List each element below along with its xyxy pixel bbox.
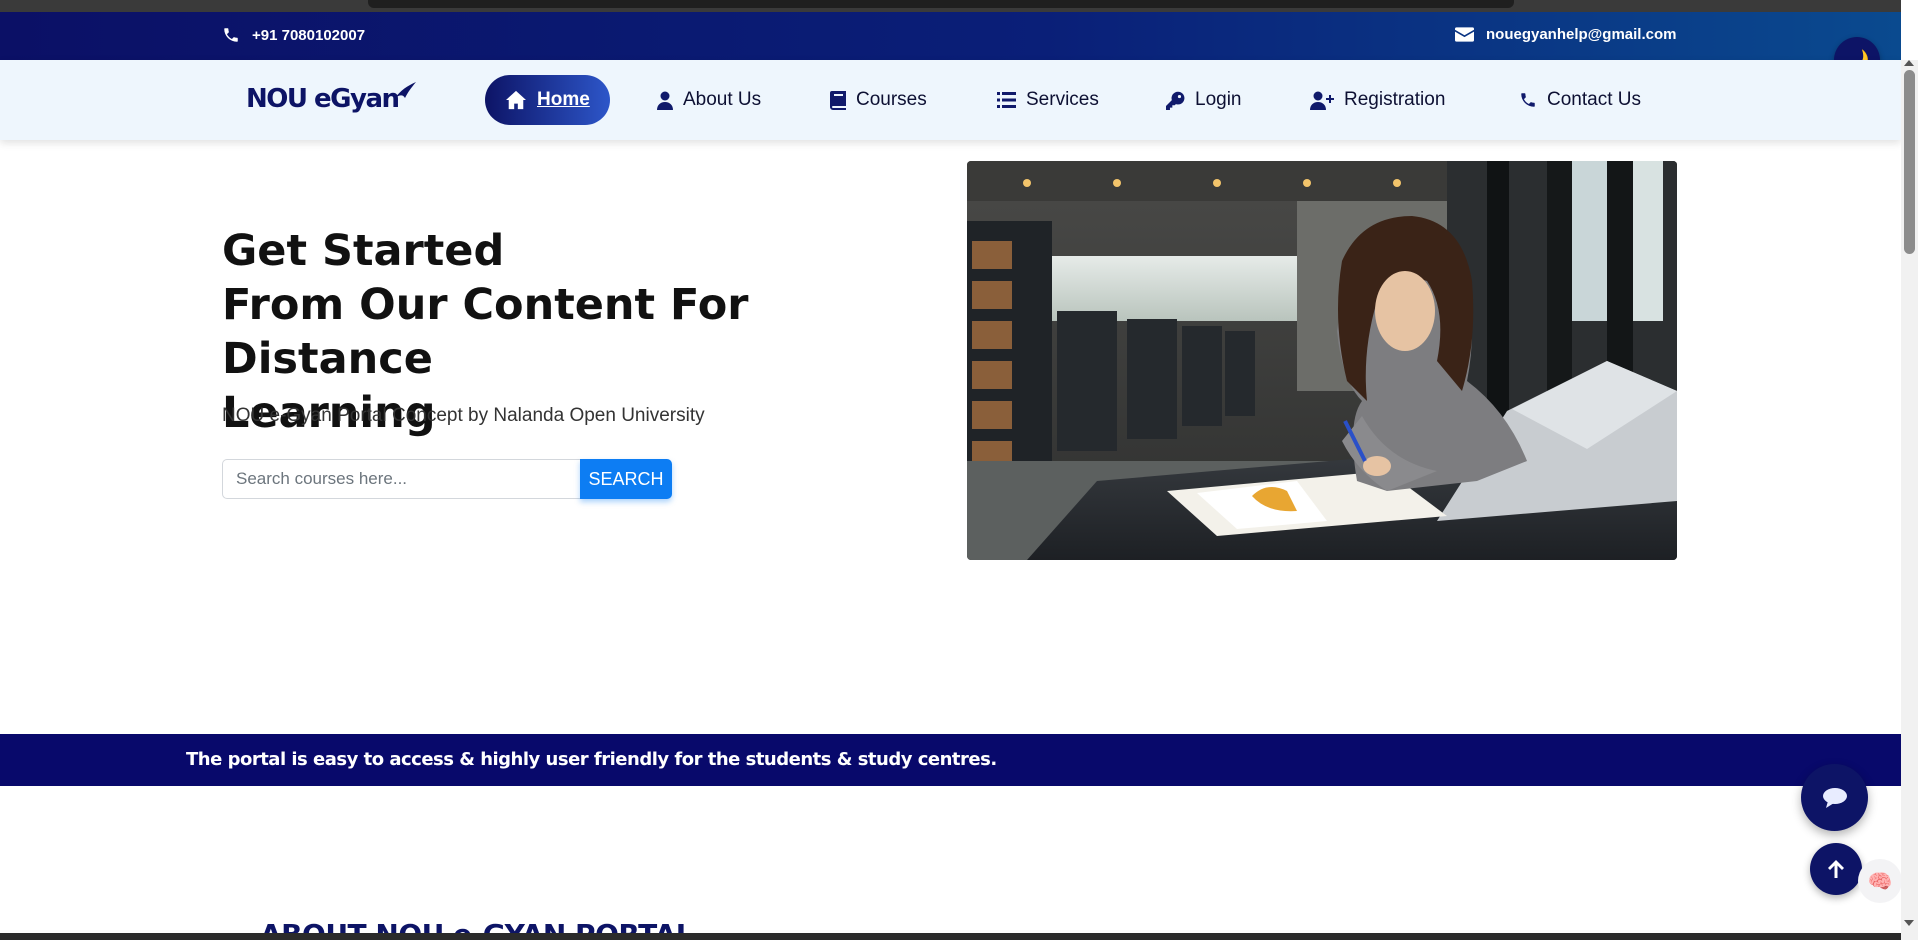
list-icon (997, 92, 1016, 108)
nav-contact-us[interactable]: Contact Us (1519, 75, 1641, 125)
search-button[interactable]: SEARCH (580, 459, 672, 499)
arrow-up-icon (1828, 860, 1844, 878)
nav-services-label: Services (1026, 89, 1099, 110)
hero-title-line-2: From Our Content For Distance (222, 280, 749, 384)
scrollbar-thumb[interactable] (1904, 70, 1915, 254)
page-scrollbar[interactable] (1901, 60, 1918, 940)
nav-services[interactable]: Services (997, 75, 1099, 125)
hero-subtitle: NOU e-Gyan Portal Concept by Nalanda Ope… (222, 405, 705, 426)
nav-contact-label: Contact Us (1547, 89, 1641, 110)
ai-assistant-button[interactable]: 🧠 (1858, 859, 1902, 903)
nav-courses-label: Courses (856, 89, 927, 110)
main-navbar: NOU eGyan Home About Us Courses Services… (0, 60, 1901, 140)
browser-tab-strip (0, 0, 1901, 12)
nav-registration[interactable]: Registration (1310, 75, 1445, 125)
topbar-phone[interactable]: +91 7080102007 (222, 26, 365, 44)
logo-bird-icon (394, 82, 416, 98)
phone-number: +91 7080102007 (252, 26, 366, 44)
hero-student-photo (967, 161, 1677, 560)
nav-home-label: Home (537, 89, 590, 110)
phone-icon (1521, 93, 1535, 107)
search-input[interactable] (222, 459, 580, 499)
brain-icon: 🧠 (1867, 870, 1893, 893)
chat-bubble-icon (1822, 787, 1847, 808)
topbar-email[interactable]: nouegyanhelp@gmail.com (1455, 26, 1677, 43)
book-icon (830, 90, 846, 110)
browser-bottom-edge (0, 933, 1901, 940)
user-icon (657, 91, 673, 110)
browser-tab (368, 0, 1514, 8)
hero-title-line-1: Get Started (222, 226, 505, 276)
key-icon (1166, 91, 1185, 110)
scroll-to-top-button[interactable] (1810, 843, 1862, 895)
nav-login[interactable]: Login (1166, 75, 1242, 125)
nav-courses[interactable]: Courses (830, 75, 927, 125)
nav-login-label: Login (1195, 89, 1242, 110)
home-icon (506, 90, 526, 110)
envelope-icon (1455, 27, 1474, 42)
phone-icon (224, 28, 238, 42)
logo-text: NOU eGyan (246, 84, 400, 114)
contact-topbar: +91 7080102007 nouegyanhelp@gmail.com (0, 12, 1901, 60)
site-logo[interactable]: NOU eGyan (246, 82, 417, 114)
scroll-up-arrow[interactable] (1904, 60, 1914, 66)
nav-about-us[interactable]: About Us (657, 75, 761, 125)
user-plus-icon (1310, 91, 1334, 110)
email-address: nouegyanhelp@gmail.com (1486, 26, 1677, 43)
chat-button[interactable] (1801, 764, 1868, 831)
nav-registration-label: Registration (1344, 89, 1446, 110)
info-banner: The portal is easy to access & highly us… (0, 734, 1901, 786)
banner-text: The portal is easy to access & highly us… (186, 749, 997, 770)
nav-home[interactable]: Home (485, 75, 610, 125)
nav-about-label: About Us (683, 89, 762, 110)
course-search: SEARCH (222, 459, 672, 499)
scroll-down-arrow[interactable] (1904, 920, 1914, 926)
